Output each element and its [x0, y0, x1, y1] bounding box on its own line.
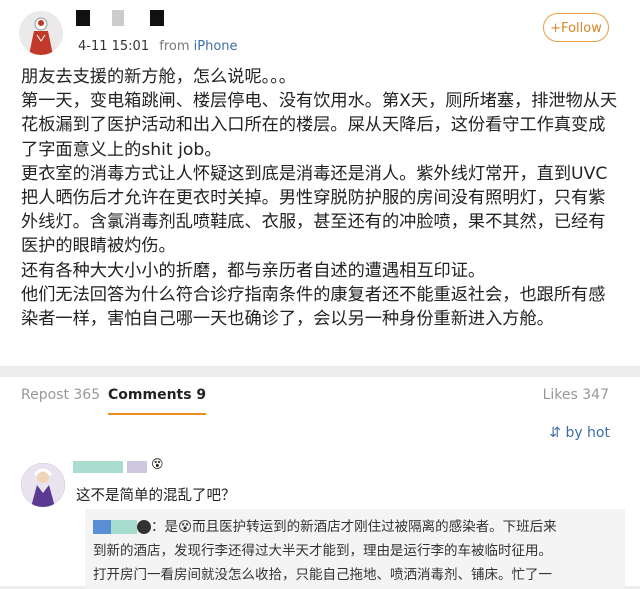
avatar-image: [29, 17, 53, 55]
tab-comments-label: Comments 9: [108, 387, 207, 403]
post-paragraph: 朋友去支援的新方舱，怎么说呢。。。: [21, 67, 296, 87]
reply-text-1: ：是😵而且医护转运到的新酒店才刚住过被隔离的感染者。下班后来: [151, 519, 557, 535]
post-source[interactable]: iPhone: [194, 39, 238, 54]
reply-box: ：是😵而且医护转运到的新酒店才刚住过被隔离的感染者。下班后来 到新的酒店，发现行…: [85, 509, 625, 589]
post-meta: 4-11 15:01 from iPhone: [78, 39, 238, 54]
comment-section: ⇵ by hot 😵 这不是简单的混乱了吧？ ：是😵而且医护转运到的新酒店才刚住…: [0, 417, 640, 589]
author-avatar[interactable]: [19, 11, 63, 55]
post-content: 朋友去支援的新方舱，怎么说呢。。。 第一天，变电箱跳闸、楼层停电、没有饮用水。第…: [21, 65, 621, 331]
sort-button[interactable]: ⇵ by hot: [549, 425, 610, 441]
sort-label: by hot: [565, 425, 610, 441]
post-card: 4-11 15:01 from iPhone +Follow 朋友去支援的新方舱…: [0, 0, 640, 366]
comment-text: 这不是简单的混乱了吧？: [76, 488, 236, 504]
tab-likes[interactable]: Likes 347: [543, 387, 609, 403]
tab-active-underline: [108, 413, 207, 415]
reply-author-redacted: [93, 520, 111, 534]
follow-button[interactable]: +Follow: [543, 13, 609, 42]
reply-line: ：是😵而且医护转运到的新酒店才刚住过被隔离的感染者。下班后来: [93, 515, 617, 539]
post-paragraph: 第一天，变电箱跳闸、楼层停电、没有饮用水。第X天，厕所堵塞，排泄物从天花板漏到了…: [21, 91, 618, 160]
commenter-avatar-image: [21, 463, 65, 507]
commenter-avatar[interactable]: [21, 463, 65, 507]
post-paragraph: 更衣室的消毒方式让人怀疑这到底是消毒还是消人。紫外线灯常开，直到UVC把人晒伤后…: [21, 163, 608, 257]
reply-text-3: 打开房门一看房间就没怎么收拾，只能自己拖地、喷洒消毒剂、铺床。忙了一: [93, 567, 552, 583]
from-label: from: [159, 39, 190, 54]
tab-comments[interactable]: Comments 9: [108, 387, 207, 415]
emoji-icon: 😵: [151, 457, 164, 471]
post-paragraph: 他们无法回答为什么符合诊疗指南条件的康复者还不能重返社会，也跟所有感染者一样，害…: [21, 284, 606, 330]
post-time: 4-11 15:01: [78, 39, 150, 54]
post-tabs: Repost 365 Comments 9 Likes 347: [0, 377, 640, 418]
tab-repost[interactable]: Repost 365: [21, 387, 100, 403]
post-paragraph: 还有各种大大小小的折磨，都与亲历者自述的遭遇相互印证。: [21, 260, 486, 281]
reply-text-2: 到新的酒店，发现行李还得过大半天才能到，理由是运行李的车被临时征用。: [93, 543, 552, 559]
sort-icon: ⇵: [549, 425, 561, 441]
author-name-redacted[interactable]: [76, 8, 164, 26]
commenter-name-redacted[interactable]: 😵: [73, 457, 164, 473]
